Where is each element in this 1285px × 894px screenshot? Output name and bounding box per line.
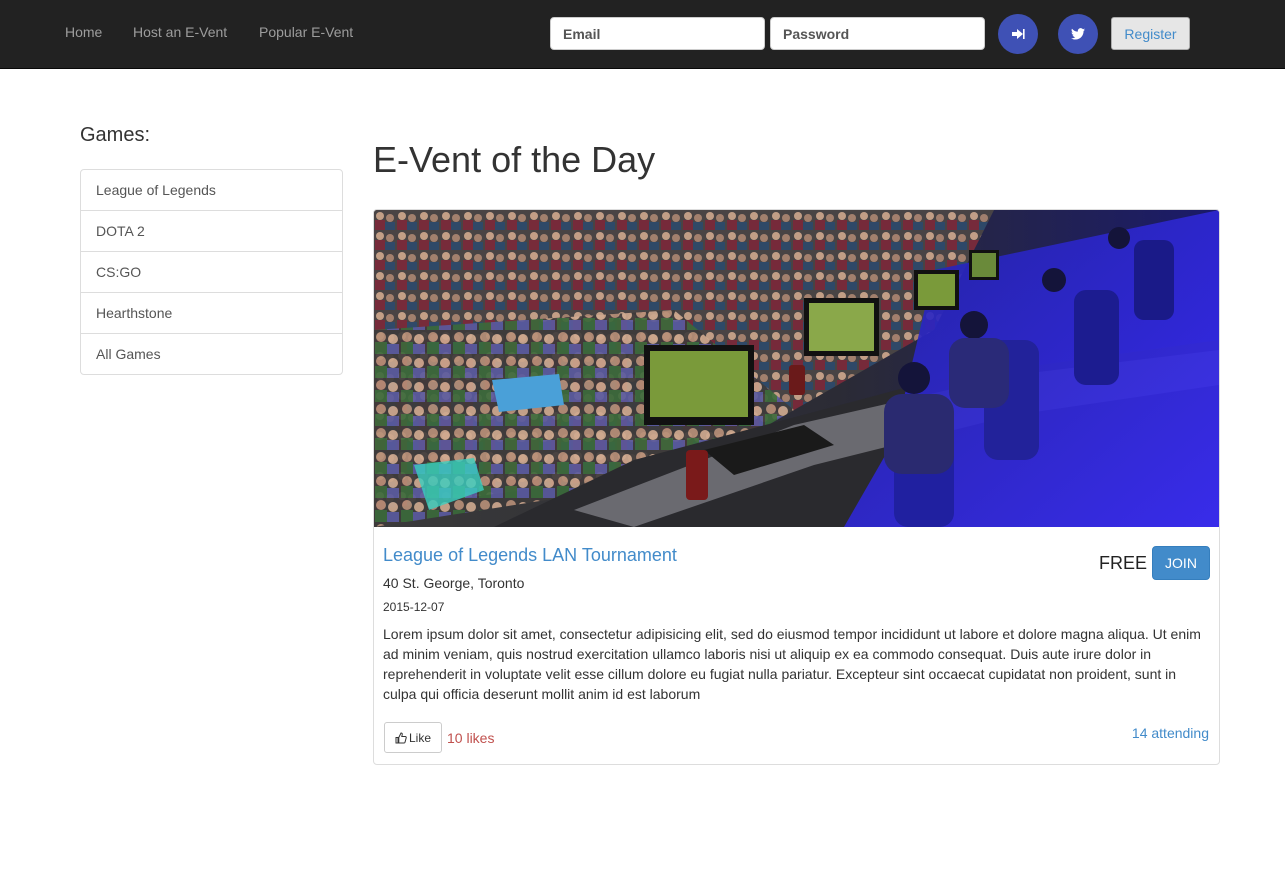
register-button[interactable]: Register bbox=[1111, 17, 1190, 50]
sign-in-icon bbox=[1012, 29, 1025, 39]
games-list: League of Legends DOTA 2 CS:GO Hearthsto… bbox=[80, 169, 343, 375]
password-input[interactable] bbox=[770, 17, 985, 50]
event-card: League of Legends LAN Tournament 40 St. … bbox=[373, 209, 1220, 765]
nav-home-link[interactable]: Home bbox=[65, 24, 102, 40]
page-title: E-Vent of the Day bbox=[373, 139, 656, 180]
attending-count-link[interactable]: 14 attending bbox=[1132, 725, 1209, 741]
like-button[interactable]: Like bbox=[384, 722, 442, 753]
game-item-dota-2[interactable]: DOTA 2 bbox=[81, 210, 342, 251]
nav-popular-event-link[interactable]: Popular E-Vent bbox=[259, 24, 353, 40]
event-date: 2015-12-07 bbox=[383, 600, 445, 614]
twitter-icon bbox=[1071, 28, 1085, 40]
event-title-link[interactable]: League of Legends LAN Tournament bbox=[383, 545, 677, 566]
event-description: Lorem ipsum dolor sit amet, consectetur … bbox=[383, 626, 1201, 702]
game-item-csgo[interactable]: CS:GO bbox=[81, 251, 342, 292]
join-button[interactable]: JOIN bbox=[1152, 546, 1210, 580]
nav-host-event-link[interactable]: Host an E-Vent bbox=[133, 24, 227, 40]
login-button[interactable] bbox=[998, 14, 1038, 54]
thumbs-up-icon bbox=[395, 731, 407, 743]
event-price: FREE bbox=[1099, 553, 1148, 573]
top-navbar: Home Host an E-Vent Popular E-Vent Regis… bbox=[0, 0, 1285, 69]
likes-count: 10 likes bbox=[447, 730, 495, 746]
games-heading: Games: bbox=[80, 124, 151, 146]
email-input[interactable] bbox=[550, 17, 765, 50]
game-item-hearthstone[interactable]: Hearthstone bbox=[81, 292, 342, 333]
like-button-label: Like bbox=[408, 730, 431, 745]
game-item-all-games[interactable]: All Games bbox=[81, 333, 342, 374]
event-location: 40 St. George, Toronto bbox=[383, 575, 525, 591]
game-item-league-of-legends[interactable]: League of Legends bbox=[81, 170, 342, 210]
twitter-login-button[interactable] bbox=[1058, 14, 1098, 54]
event-image bbox=[374, 210, 1219, 527]
